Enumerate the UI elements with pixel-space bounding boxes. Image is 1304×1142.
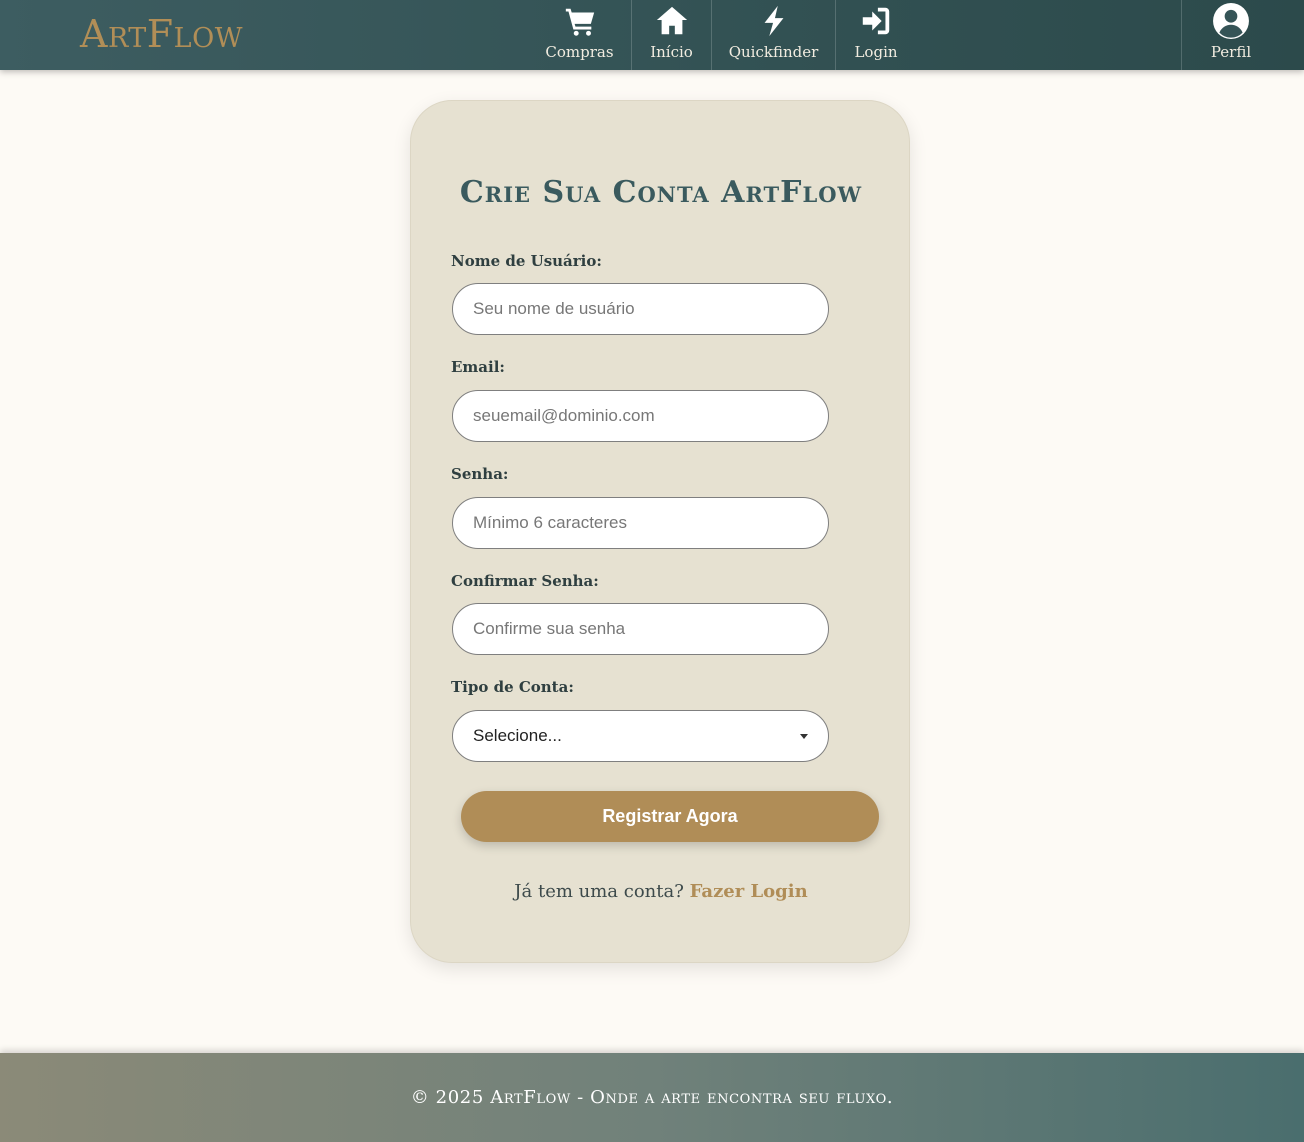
nav-item-compras[interactable]: Compras (528, 0, 631, 70)
nav-item-inicio[interactable]: Início (632, 0, 711, 70)
nav-item-quickfinder[interactable]: Quickfinder (712, 0, 835, 70)
nav-label-perfil: Perfil (1210, 43, 1252, 61)
home-icon (656, 6, 687, 35)
nav-label-inicio: Início (650, 43, 693, 61)
nav-label-login: Login (854, 43, 898, 61)
page-title: Crie Sua Conta ArtFlow (459, 175, 863, 210)
login-prompt-text: Já tem uma conta? (514, 881, 684, 902)
email-input[interactable] (452, 390, 829, 442)
username-label: Nome de Usuário: (451, 252, 602, 270)
nav-label-compras: Compras (545, 43, 614, 61)
password-input[interactable] (452, 497, 829, 549)
login-icon (862, 7, 890, 35)
main-nav: Compras Início Quickfinder Login (528, 0, 916, 70)
login-link[interactable]: Fazer Login (690, 881, 808, 902)
chevron-down-icon (800, 733, 808, 739)
register-button[interactable]: Registrar Agora (461, 791, 879, 842)
cart-icon (565, 8, 594, 36)
user-circle-icon (1213, 3, 1249, 39)
password-label: Senha: (451, 465, 509, 483)
register-card: Crie Sua Conta ArtFlow Nome de Usuário: … (410, 100, 910, 963)
confirm-password-input[interactable] (452, 603, 829, 655)
nav-item-login[interactable]: Login (836, 0, 916, 70)
bolt-icon (764, 5, 783, 37)
nav-item-perfil[interactable]: Perfil (1182, 0, 1280, 70)
top-navbar: ArtFlow Compras Início Quickfinder Login… (0, 0, 1304, 70)
email-label: Email: (451, 358, 505, 376)
username-input[interactable] (452, 283, 829, 335)
account-type-label: Tipo de Conta: (451, 678, 574, 696)
login-prompt: Já tem uma conta? Fazer Login (411, 881, 911, 902)
footer-text: © 2025 ArtFlow - Onde a arte encontra se… (410, 1087, 894, 1108)
account-type-selected: Selecione... (473, 726, 562, 745)
footer: © 2025 ArtFlow - Onde a arte encontra se… (0, 1053, 1304, 1142)
confirm-password-label: Confirmar Senha: (451, 572, 599, 590)
nav-label-quickfinder: Quickfinder (728, 43, 819, 61)
account-type-select[interactable]: Selecione... (452, 710, 829, 762)
brand-logo[interactable]: ArtFlow (80, 14, 243, 54)
